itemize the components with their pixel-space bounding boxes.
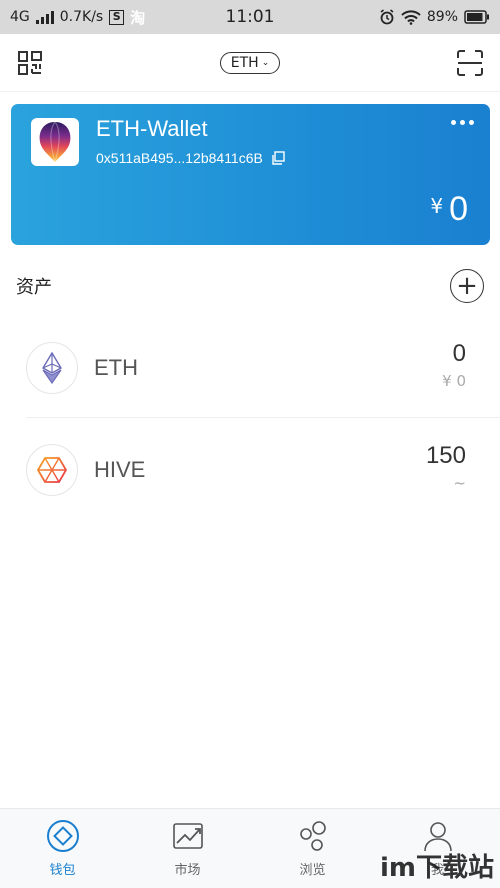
balloon-icon [39,121,71,163]
wallet-tab-icon [46,820,79,852]
token-fiat-value: ~ [453,474,466,492]
plus-icon[interactable]: + [450,269,484,303]
hive-icon [26,444,78,496]
network-selector-label: ETH [230,54,259,71]
currency-symbol: ¥ [430,194,444,218]
status-right: 89% [379,9,490,25]
wallet-address: 0x511aB495...12b8411c6B [96,150,263,166]
taobao-icon: 淘 [130,8,146,27]
token-name: ETH [94,354,138,380]
network-selector[interactable]: ETH ⌄ [219,51,281,74]
chevron-down-icon: ⌄ [261,57,270,68]
copy-icon[interactable] [271,151,285,165]
tab-label: 浏览 [299,863,326,878]
ethereum-icon [26,341,78,394]
wifi-icon [401,9,421,25]
top-nav: ETH ⌄ [0,34,500,92]
signal-icon [35,10,54,24]
network-speed: 0.7K/s [59,9,104,25]
balance-amount: 0 [449,190,468,228]
token-fiat-value: ¥ 0 [442,372,466,390]
assets-header: 资产 + [16,268,484,304]
token-amount: 0 [452,340,466,367]
browse-tab-icon [299,821,326,851]
tab-label: 钱包 [49,863,76,878]
tab-browse[interactable]: 浏览 [263,819,363,878]
token-name: HIVE [94,457,146,482]
network-type: 4G [10,9,30,25]
market-tab-icon [172,823,203,849]
alarm-icon [380,9,394,25]
token-values: 0 ¥ 0 [442,340,466,390]
battery-level: 89% [426,9,458,25]
wallet-avatar [31,118,79,166]
asset-row-hive[interactable]: HIVE 150 ~ [26,420,500,520]
token-values: 150 ~ [426,442,466,492]
battery-icon [464,10,489,24]
wallet-address-row: 0x511aB495...12b8411c6B [96,150,285,166]
assets-title: 资产 [16,277,52,298]
more-options-icon[interactable] [451,120,474,125]
tab-label: 市场 [174,863,201,878]
wallet-name: ETH-Wallet [96,116,208,141]
wallet-balance: ¥ 0 [430,190,468,229]
token-amount: 150 [425,442,466,469]
status-bar: 4G 0.7K/s S 淘 11:01 89% [0,0,500,34]
scan-icon[interactable] [456,49,484,77]
wallet-card[interactable]: ETH-Wallet 0x511aB495...12b8411c6B ¥ 0 [11,104,490,245]
status-left: 4G 0.7K/s S 淘 [10,7,145,28]
qr-code-icon[interactable] [16,49,44,77]
asset-row-eth[interactable]: ETH 0 ¥ 0 [26,318,500,418]
sim-icon: S [109,9,125,25]
watermark: im下载站 [379,853,494,883]
tab-market[interactable]: 市场 [138,819,238,878]
tab-wallet[interactable]: 钱包 [13,819,113,878]
